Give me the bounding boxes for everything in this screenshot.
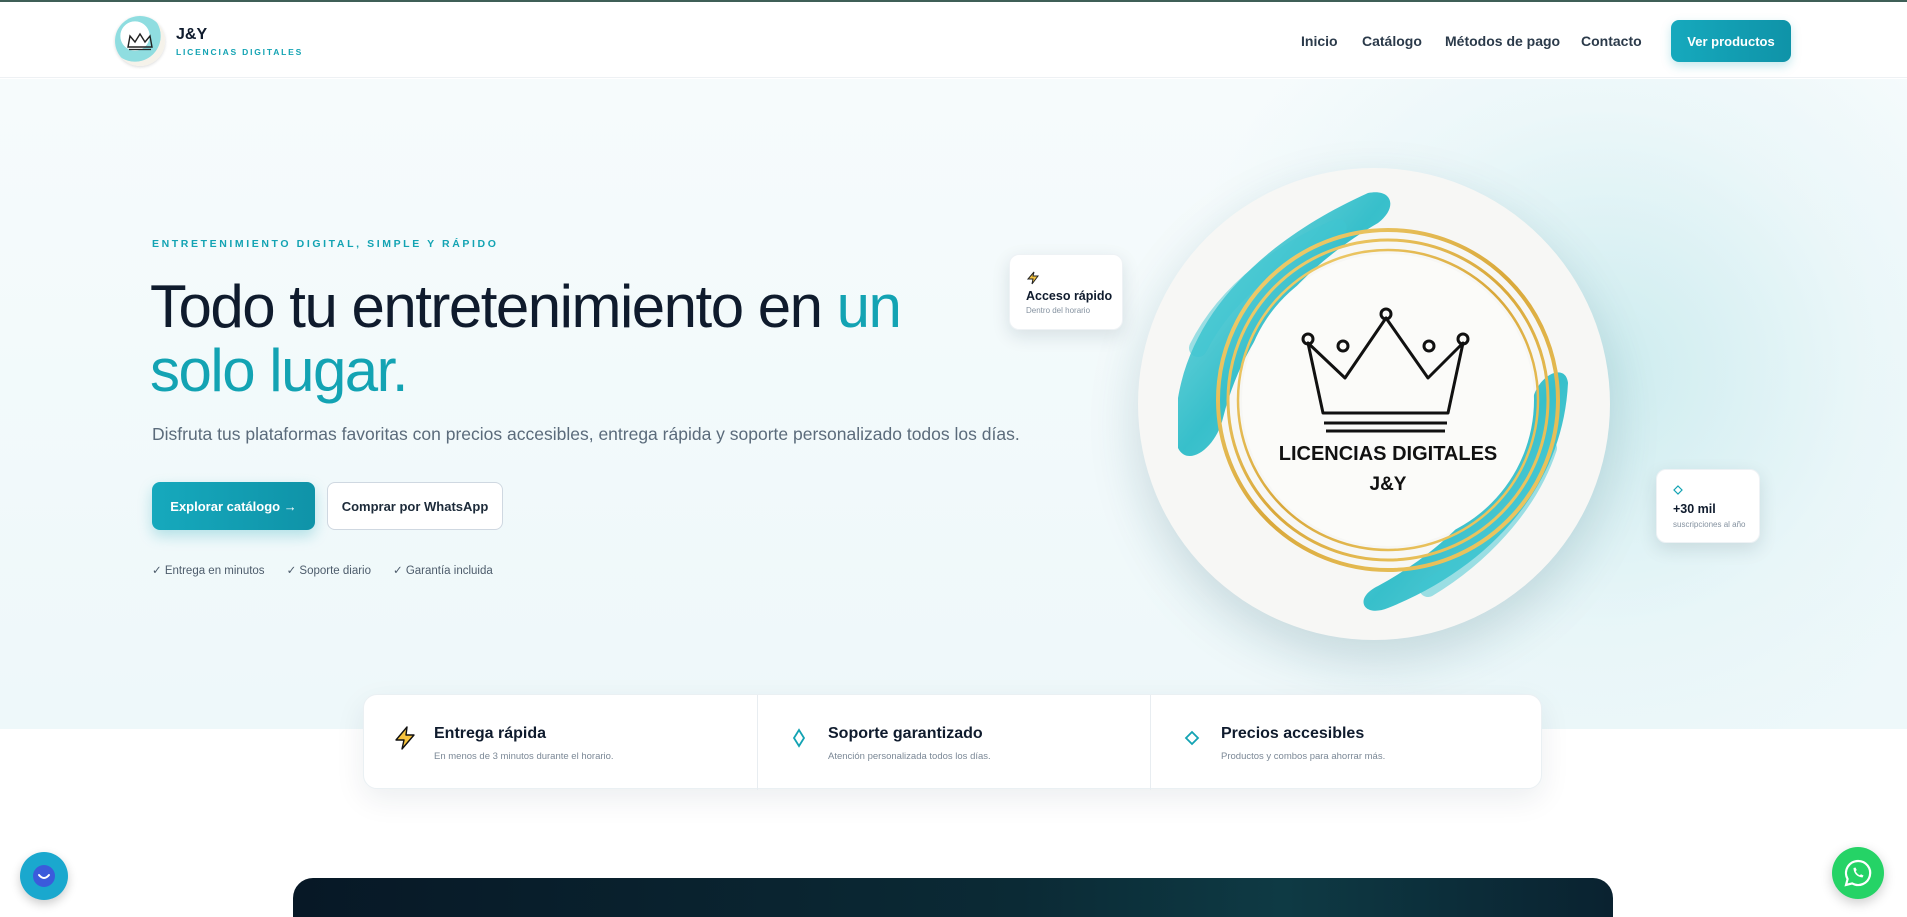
lightning-icon [1026, 271, 1040, 288]
check-item: ✓ Garantía incluida [393, 565, 493, 577]
whatsapp-float-button[interactable] [1832, 847, 1884, 899]
logo-badge-line1: LICENCIAS DIGITALES [1278, 443, 1498, 465]
nav-metodos-de-pago[interactable]: Métodos de pago [1445, 33, 1560, 49]
feature-entrega-rapida: Entrega rápida En menos de 3 minutos dur… [364, 695, 757, 790]
diamond-icon [786, 725, 812, 751]
whatsapp-icon [1844, 859, 1872, 887]
chat-widget-button[interactable] [20, 852, 68, 900]
acceso-rapido-subtitle: Dentro del horario [1026, 306, 1091, 315]
hero-checklist: ✓ Entrega en minutos ✓ Soporte diario ✓ … [152, 563, 493, 577]
suscripciones-title: +30 mil [1673, 502, 1716, 516]
feature-desc: Atención personalizada todos los días. [828, 751, 991, 762]
ver-productos-button[interactable]: Ver productos [1671, 20, 1791, 62]
explorar-catalogo-button[interactable]: Explorar catálogo → [152, 482, 315, 530]
hero-subtext: Disfruta tus plataformas favoritas con p… [152, 424, 1020, 444]
feature-desc: Productos y combos para ahorrar más. [1221, 751, 1386, 762]
brand-logo[interactable] [115, 16, 165, 66]
features-bar: Entrega rápida En menos de 3 minutos dur… [363, 694, 1543, 790]
logo-illustration [1178, 192, 1568, 611]
nav-contacto[interactable]: Contacto [1581, 33, 1642, 49]
headline-main: Todo tu entretenimiento en [150, 273, 837, 340]
feature-soporte-garantizado: Soporte garantizado Atención personaliza… [757, 695, 1150, 790]
logo-badge-line2: J&Y [1369, 474, 1407, 495]
feature-precios-accesibles: Precios accesibles Productos y combos pa… [1150, 695, 1543, 790]
hero-logo-circle: LICENCIAS DIGITALES J&Y [1138, 168, 1610, 640]
headline-accent-2: solo lugar. [150, 337, 409, 404]
dark-section-banner [293, 878, 1613, 917]
comprar-whatsapp-button[interactable]: Comprar por WhatsApp [327, 482, 503, 530]
feature-title: Soporte garantizado [828, 725, 983, 742]
lightning-icon [392, 725, 418, 751]
brand-subtitle: LICENCIAS DIGITALES [176, 47, 304, 57]
suscripciones-subtitle: suscripciones al año [1673, 520, 1746, 529]
nav-inicio[interactable]: Inicio [1301, 33, 1338, 49]
headline-accent-1: un [836, 273, 902, 340]
feature-title: Entrega rápida [434, 725, 547, 742]
nav-catalogo[interactable]: Catálogo [1362, 33, 1422, 49]
check-item: ✓ Entrega en minutos [152, 565, 265, 577]
acceso-rapido-title: Acceso rápido [1026, 289, 1113, 303]
feature-desc: En menos de 3 minutos durante el horario… [434, 751, 614, 762]
feature-title: Precios accesibles [1221, 725, 1365, 742]
site-header: J&Y LICENCIAS DIGITALES Inicio Catálogo … [0, 2, 1907, 78]
hero-headline: Todo tu entretenimiento en un solo lugar… [150, 275, 970, 403]
chat-icon [33, 865, 55, 887]
check-item: ✓ Soporte diario [286, 565, 371, 577]
suscripciones-card: +30 mil suscripciones al año [1656, 469, 1760, 543]
acceso-rapido-card: Acceso rápido Dentro del horario [1009, 254, 1123, 330]
diamond-icon [1673, 484, 1683, 498]
brand-name[interactable]: J&Y [176, 26, 207, 44]
crown-icon [127, 32, 153, 51]
hero-eyebrow: ENTRETENIMIENTO DIGITAL, SIMPLE Y RÁPIDO [152, 238, 499, 250]
diamond-icon [1179, 725, 1205, 751]
